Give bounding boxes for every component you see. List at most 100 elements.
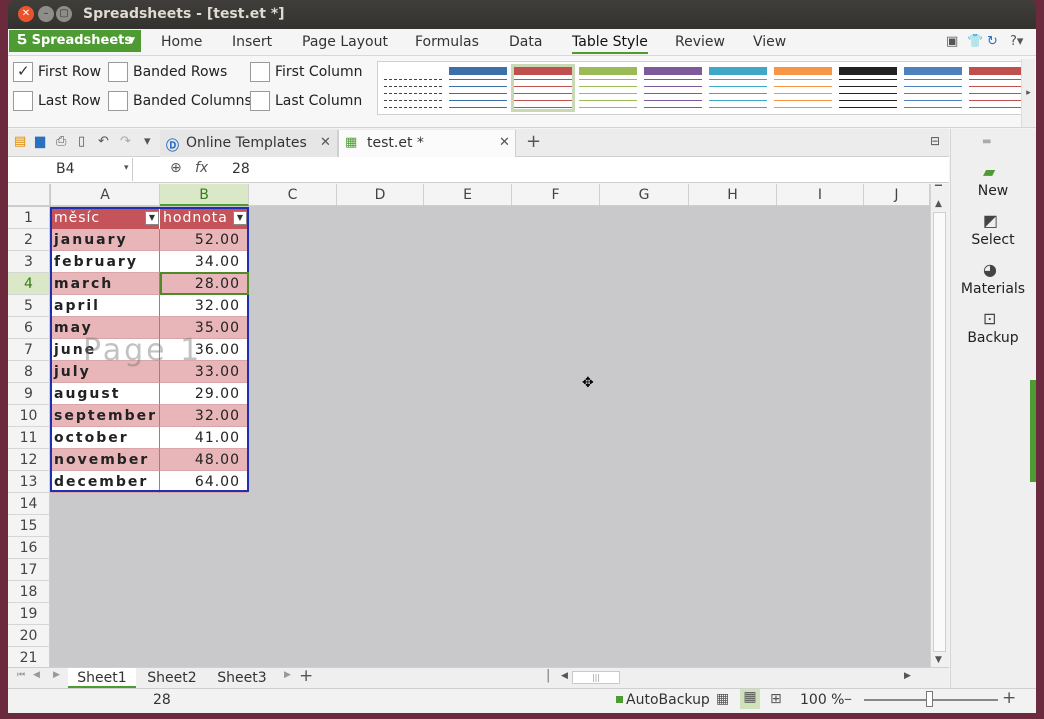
zoom-level[interactable]: 100 % <box>800 692 844 708</box>
value-cell[interactable]: 32.00 <box>160 405 248 427</box>
zoom-in-button[interactable]: + <box>1002 688 1016 708</box>
menu-table-style[interactable]: Table Style <box>572 34 648 54</box>
formula-input[interactable]: 28 <box>232 161 250 177</box>
row-header-11[interactable]: 11 <box>8 427 50 449</box>
checkbox-first-column[interactable] <box>250 62 270 82</box>
row-header-3[interactable]: 3 <box>8 251 50 273</box>
column-header-c[interactable]: C <box>249 184 337 206</box>
row-header-20[interactable]: 20 <box>8 625 50 647</box>
table-style-swatch[interactable] <box>511 64 575 112</box>
table-style-swatch[interactable] <box>579 67 637 109</box>
zoom-out-button[interactable]: – <box>844 689 852 708</box>
sheet-scroll-right-icon[interactable]: ▶ <box>284 670 291 680</box>
sheet-tab-sheet2[interactable]: Sheet2 <box>137 668 207 688</box>
side-select-button[interactable]: Select <box>950 232 1036 248</box>
checkbox-banded-columns[interactable] <box>108 91 128 111</box>
table-style-swatch[interactable] <box>384 67 442 109</box>
close-window-button[interactable]: ✕ <box>18 6 34 22</box>
value-cell[interactable]: 52.00 <box>160 229 248 251</box>
tab-list-icon[interactable]: ⊟ <box>930 134 940 148</box>
save-icon[interactable]: ▆ <box>35 134 45 149</box>
first-sheet-icon[interactable]: ⏮ <box>17 670 25 680</box>
split-handle[interactable]: | <box>546 668 550 683</box>
menu-view[interactable]: View <box>753 34 786 50</box>
close-tab-icon[interactable]: ✕ <box>320 135 331 150</box>
value-cell[interactable]: 48.00 <box>160 449 248 471</box>
vertical-scroll-thumb[interactable] <box>933 212 946 652</box>
checkbox-banded-rows[interactable] <box>108 62 128 82</box>
side-backup-button[interactable]: Backup <box>950 330 1036 346</box>
column-header-g[interactable]: G <box>600 184 689 206</box>
filter-dropdown-icon[interactable]: ▼ <box>145 211 159 225</box>
shirt-icon[interactable]: 👕 <box>967 34 983 49</box>
menu-page-layout[interactable]: Page Layout <box>302 34 388 50</box>
panel-collapse-handle[interactable] <box>1030 380 1036 482</box>
name-box[interactable]: B4 ▾ <box>9 158 133 181</box>
full-screen-icon[interactable]: ⊞ <box>770 691 782 707</box>
menu-insert[interactable]: Insert <box>232 34 272 50</box>
table-style-swatch[interactable] <box>904 67 962 109</box>
horizontal-scroll-thumb[interactable]: ||| <box>572 671 620 684</box>
row-header-15[interactable]: 15 <box>8 515 50 537</box>
table-style-swatch[interactable] <box>774 67 832 109</box>
zoom-slider-handle[interactable] <box>926 691 933 707</box>
add-sheet-button[interactable]: + <box>299 666 313 686</box>
gallery-scroll-button[interactable]: ▸ <box>1021 59 1035 127</box>
chevron-down-icon[interactable]: ▾ <box>124 163 129 173</box>
select-all-corner[interactable] <box>8 184 50 206</box>
month-cell[interactable]: october <box>51 427 160 449</box>
side-new-button[interactable]: New <box>950 183 1036 199</box>
table-header-month[interactable]: měsíc <box>51 207 160 229</box>
table-style-swatch[interactable] <box>644 67 702 109</box>
row-header-12[interactable]: 12 <box>8 449 50 471</box>
scroll-right-icon[interactable]: ▶ <box>904 671 911 681</box>
row-header-16[interactable]: 16 <box>8 537 50 559</box>
redo-icon[interactable]: ↷ <box>120 134 131 149</box>
column-header-f[interactable]: F <box>512 184 600 206</box>
month-cell[interactable]: august <box>51 383 160 405</box>
checkbox-last-row[interactable] <box>13 91 33 111</box>
scroll-top-icon[interactable]: ▔ <box>935 186 942 196</box>
page-break-view-icon[interactable]: ▦ <box>740 689 760 709</box>
minimize-window-button[interactable]: – <box>38 6 54 22</box>
column-header-h[interactable]: H <box>689 184 777 206</box>
month-cell[interactable]: april <box>51 295 160 317</box>
prev-sheet-icon[interactable]: ◀ <box>33 670 40 680</box>
menu-home[interactable]: Home <box>161 34 202 50</box>
empty-grid-area[interactable] <box>51 493 249 667</box>
column-header-e[interactable]: E <box>424 184 512 206</box>
zoom-formula-icon[interactable]: ⊕ <box>170 160 182 176</box>
row-header-2[interactable]: 2 <box>8 229 50 251</box>
row-header-9[interactable]: 9 <box>8 383 50 405</box>
row-header-18[interactable]: 18 <box>8 581 50 603</box>
scroll-up-icon[interactable]: ▲ <box>935 199 942 209</box>
row-header-8[interactable]: 8 <box>8 361 50 383</box>
row-header-1[interactable]: 1 <box>8 207 50 229</box>
sync-icon[interactable]: ↻ <box>987 34 998 49</box>
next-sheet-icon[interactable]: ▶ <box>53 670 60 680</box>
help-icon[interactable]: ?▾ <box>1010 34 1023 49</box>
menu-review[interactable]: Review <box>675 34 725 50</box>
row-header-13[interactable]: 13 <box>8 471 50 493</box>
tab-test-et[interactable]: ▦ test.et * ✕ <box>338 130 516 158</box>
print-preview-icon[interactable]: ▯ <box>78 134 85 149</box>
table-style-swatch[interactable] <box>839 67 897 109</box>
value-cell[interactable]: 64.00 <box>160 471 248 493</box>
sheet-tab-sheet1[interactable]: Sheet1 <box>68 668 136 688</box>
column-header-j[interactable]: J <box>864 184 930 206</box>
value-cell[interactable]: 29.00 <box>160 383 248 405</box>
column-header-i[interactable]: I <box>777 184 864 206</box>
sheet-tab-sheet3[interactable]: Sheet3 <box>207 668 277 688</box>
value-cell[interactable]: 28.00 <box>160 273 248 295</box>
panel-grip-icon[interactable]: ▬ <box>982 136 991 147</box>
normal-view-icon[interactable]: ▦ <box>716 691 729 707</box>
scroll-down-icon[interactable]: ▼ <box>935 655 942 665</box>
open-icon[interactable]: ▤ <box>14 134 26 149</box>
maximize-window-button[interactable]: ▢ <box>56 6 72 22</box>
checkbox-last-column[interactable] <box>250 91 270 111</box>
row-header-7[interactable]: 7 <box>8 339 50 361</box>
value-cell[interactable]: 41.00 <box>160 427 248 449</box>
table-style-swatch[interactable] <box>969 67 1025 109</box>
row-header-10[interactable]: 10 <box>8 405 50 427</box>
skin-icon[interactable]: ▣ <box>946 34 958 49</box>
